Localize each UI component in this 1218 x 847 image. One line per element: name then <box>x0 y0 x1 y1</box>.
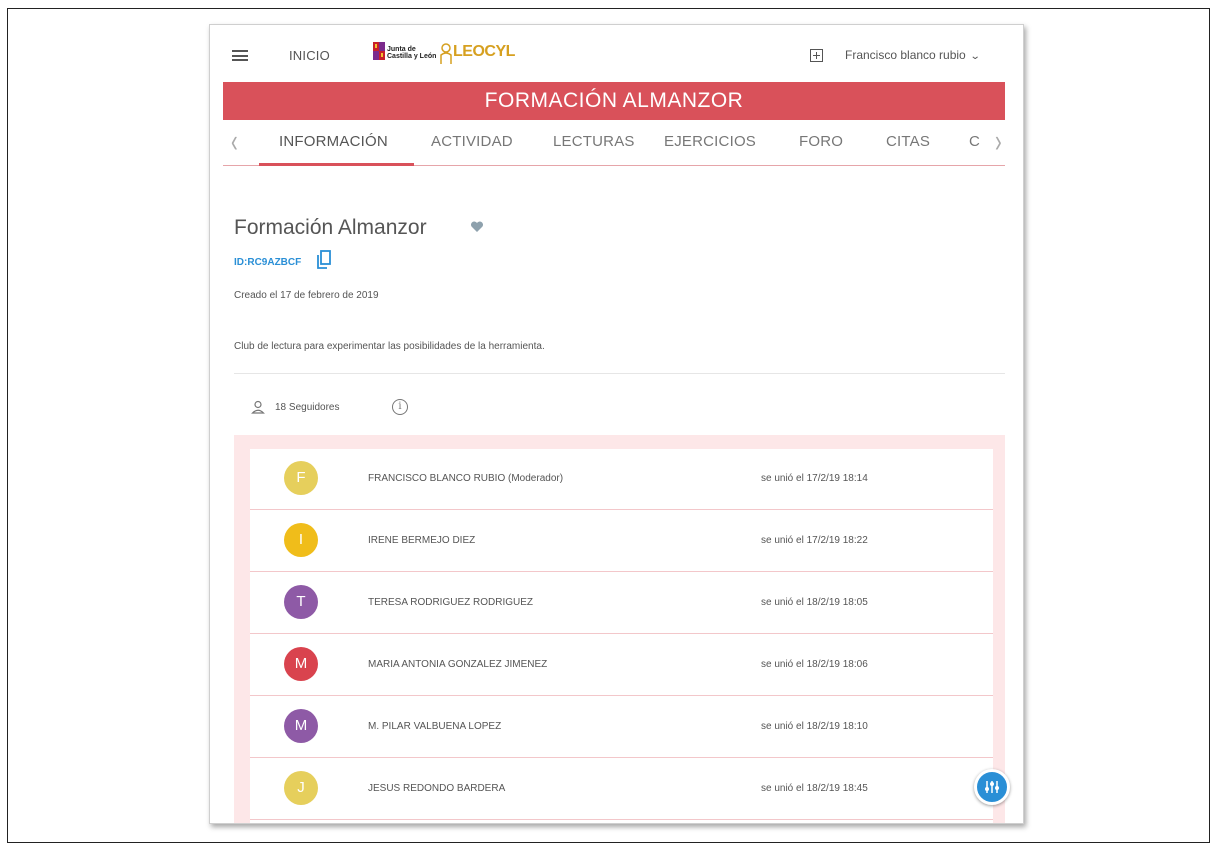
member-joined: se unió el 18/2/19 18:10 <box>761 721 868 732</box>
section-divider <box>234 373 1005 374</box>
group-id-value: RC9AZBCF <box>247 257 302 268</box>
member-row[interactable]: I IRENE BERMEJO DIEZ se unió el 17/2/19 … <box>250 511 993 572</box>
tab-citas[interactable]: CITAS <box>886 133 930 150</box>
tab-actividad[interactable]: ACTIVIDAD <box>431 133 513 150</box>
heart-icon[interactable] <box>470 220 484 234</box>
member-row[interactable]: J JESUS REDONDO BARDERA se unió el 18/2/… <box>250 759 993 820</box>
reader-figure-icon <box>440 43 452 64</box>
member-name: IRENE BERMEJO DIEZ <box>368 535 476 546</box>
followers-count[interactable]: 18 Seguidores <box>275 402 340 413</box>
member-joined: se unió el 18/2/19 18:05 <box>761 597 868 608</box>
created-date: Creado el 17 de febrero de 2019 <box>234 290 379 301</box>
member-row[interactable]: M M. PILAR VALBUENA LOPEZ se unió el 18/… <box>250 697 993 758</box>
coat-of-arms-icon <box>373 42 385 60</box>
tab-informacion[interactable]: INFORMACIÓN <box>279 133 388 150</box>
person-icon <box>251 400 265 414</box>
info-icon[interactable]: i <box>392 399 408 415</box>
member-avatar: F <box>284 461 318 495</box>
logo-leo-text: LEOCYL <box>453 43 515 60</box>
user-menu[interactable]: Francisco blanco rubio ⌄ <box>845 48 981 62</box>
member-name: FRANCISCO BLANCO RUBIO (Moderador) <box>368 473 564 484</box>
tabs-next-arrow-icon[interactable]: › <box>995 124 1002 161</box>
member-joined: se unió el 17/2/19 18:22 <box>761 535 868 546</box>
tab-foro[interactable]: FORO <box>799 133 843 150</box>
member-avatar: M <box>284 709 318 743</box>
member-row[interactable]: F FRANCISCO BLANCO RUBIO (Moderador) se … <box>250 449 993 510</box>
home-link[interactable]: INICIO <box>289 48 330 63</box>
junta-castilla-leon-logo: Junta de Castilla y León <box>373 42 436 64</box>
tab-bar: ‹ INFORMACIÓN ACTIVIDAD LECTURAS EJERCIC… <box>223 121 1005 166</box>
group-id: ID:RC9AZBCF <box>234 257 301 268</box>
member-avatar: I <box>284 523 318 557</box>
copy-icon[interactable] <box>316 250 332 270</box>
app-window: INICIO Junta de Castilla y León LEOCYL Fr… <box>209 24 1024 824</box>
member-joined: se unió el 17/2/19 18:14 <box>761 473 868 484</box>
group-banner: FORMACIÓN ALMANZOR <box>223 82 1005 120</box>
member-joined: se unió el 18/2/19 18:06 <box>761 659 868 670</box>
group-id-label: ID: <box>234 257 248 268</box>
member-row[interactable]: T TERESA RODRIGUEZ RODRIGUEZ se unió el … <box>250 573 993 634</box>
leocyl-logo[interactable]: LEOCYL <box>439 42 535 66</box>
tab-partial[interactable]: C <box>969 133 980 150</box>
user-name: Francisco blanco rubio <box>845 48 966 62</box>
active-tab-indicator <box>259 163 414 166</box>
tab-ejercicios[interactable]: EJERCICIOS <box>664 133 756 150</box>
tab-lecturas[interactable]: LECTURAS <box>553 133 635 150</box>
member-name: TERESA RODRIGUEZ RODRIGUEZ <box>368 597 534 608</box>
logo-junta-line2: Castilla y León <box>387 53 437 60</box>
plus-square-icon[interactable] <box>810 49 823 62</box>
group-title: Formación Almanzor <box>234 216 427 239</box>
chevron-down-icon: ⌄ <box>969 51 981 62</box>
accessibility-settings-icon[interactable] <box>974 769 1010 805</box>
member-avatar: T <box>284 585 318 619</box>
member-row[interactable]: M MARIA ANTONIA GONZALEZ JIMENEZ se unió… <box>250 635 993 696</box>
members-list: F FRANCISCO BLANCO RUBIO (Moderador) se … <box>250 449 993 823</box>
member-name: JESUS REDONDO BARDERA <box>368 783 506 794</box>
members-panel: F FRANCISCO BLANCO RUBIO (Moderador) se … <box>234 435 1005 823</box>
logo-junta-line1: Junta de <box>387 46 416 53</box>
member-avatar: J <box>284 771 318 805</box>
member-avatar: M <box>284 647 318 681</box>
group-description: Club de lectura para experimentar las po… <box>234 341 545 352</box>
hamburger-icon[interactable] <box>232 50 248 61</box>
member-name: M. PILAR VALBUENA LOPEZ <box>368 721 502 732</box>
member-name: MARIA ANTONIA GONZALEZ JIMENEZ <box>368 659 548 670</box>
member-joined: se unió el 18/2/19 18:45 <box>761 783 868 794</box>
top-bar: INICIO Junta de Castilla y León LEOCYL Fr… <box>210 25 1023 81</box>
tabs-prev-arrow-icon[interactable]: ‹ <box>231 124 238 161</box>
